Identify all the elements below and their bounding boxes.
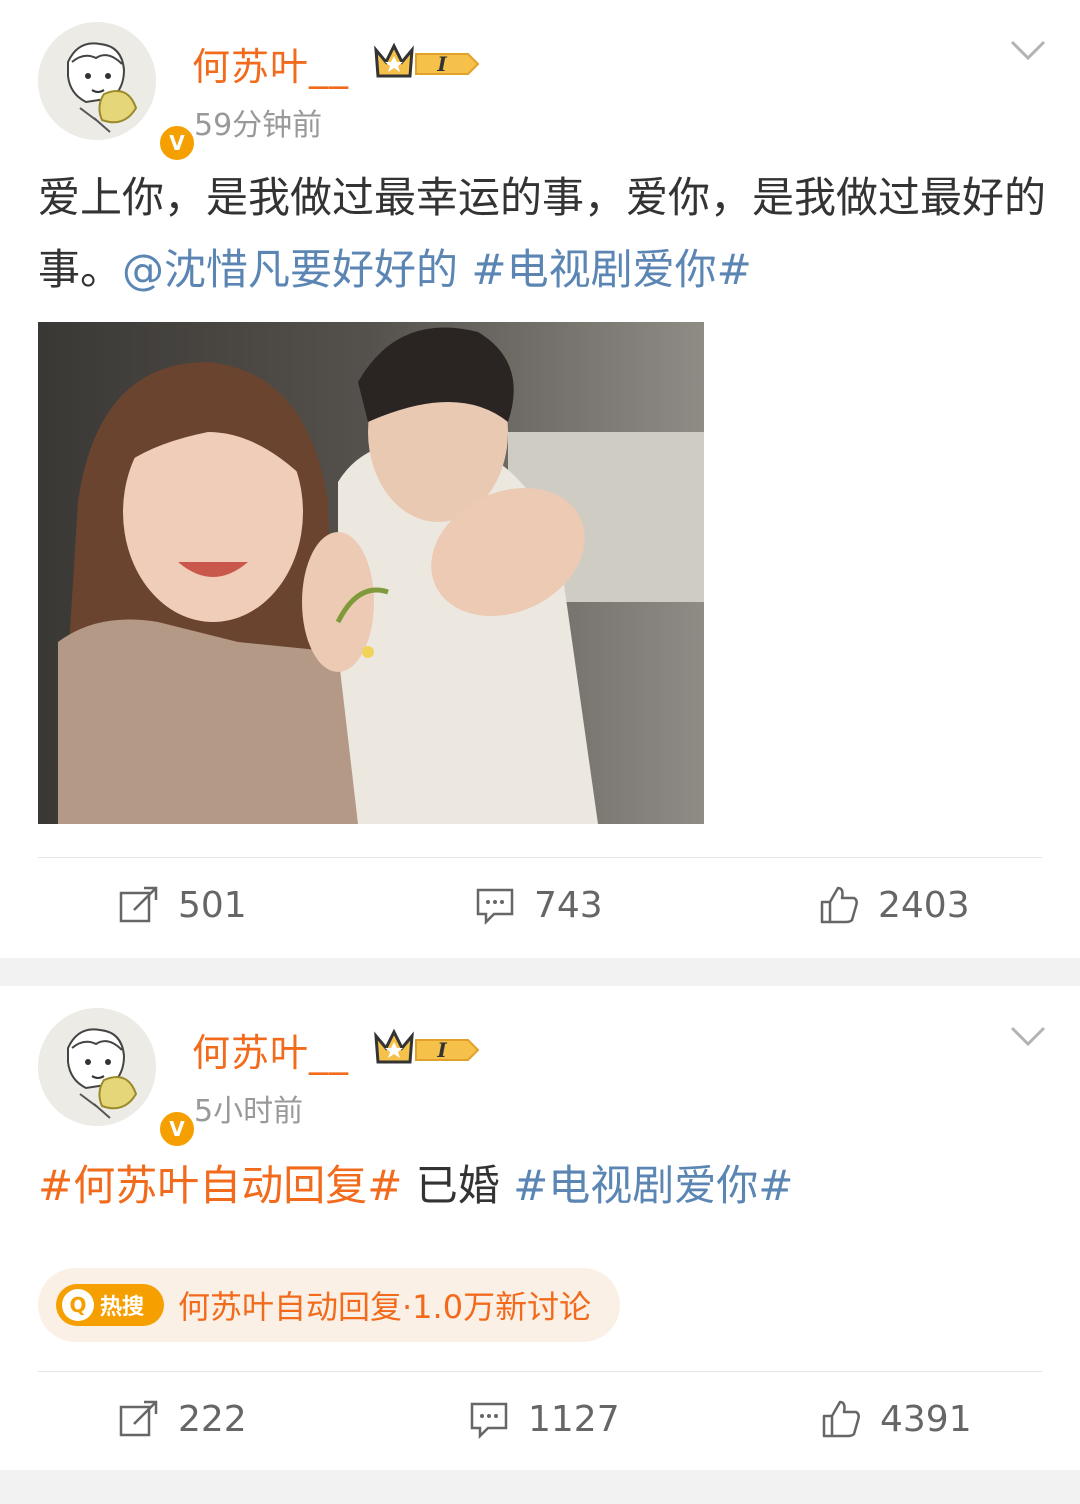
post-text: 爱上你，是我做过最幸运的事，爱你，是我做过最好的事。@沈惜凡要好好的 #电视剧爱…: [38, 162, 1048, 306]
avatar[interactable]: V: [38, 1008, 198, 1150]
repost-icon: [119, 886, 158, 923]
repost-button[interactable]: 501: [118, 884, 247, 926]
comment-icon: [470, 1402, 508, 1440]
svg-text:I: I: [436, 1038, 447, 1062]
comment-button[interactable]: 1127: [468, 1398, 620, 1440]
hot-search-icon: Q 热搜: [56, 1284, 164, 1326]
topic-link-auto-reply[interactable]: #何苏叶自动回复#: [38, 1161, 402, 1210]
member-crown-icon[interactable]: I: [372, 1026, 482, 1070]
chevron-down-icon[interactable]: [1008, 38, 1048, 62]
like-count: 4391: [880, 1398, 972, 1440]
post-separator: [0, 958, 1080, 986]
thumbs-up-icon: [820, 886, 858, 924]
avatar-illustration: [38, 22, 156, 140]
post-photo[interactable]: [38, 322, 704, 824]
svg-text:I: I: [436, 52, 447, 76]
repost-button[interactable]: 222: [118, 1398, 247, 1440]
member-crown-icon[interactable]: I: [372, 40, 482, 84]
comment-button[interactable]: 743: [474, 884, 603, 926]
topic-link[interactable]: #电视剧爱你#: [471, 245, 751, 294]
post-text: #何苏叶自动回复# 已婚 #电视剧爱你#: [38, 1150, 1048, 1222]
verified-badge: V: [156, 1108, 198, 1150]
username[interactable]: 何苏叶__: [192, 36, 349, 91]
weibo-post-1: V 何苏叶__ I 59分钟前 爱上你，是我做过最幸运的事，爱你，是我做过最好的…: [0, 0, 1080, 958]
divider: [38, 857, 1042, 858]
chevron-down-icon[interactable]: [1008, 1024, 1048, 1048]
post-time: 5小时前: [194, 1094, 304, 1129]
like-button[interactable]: 4391: [820, 1398, 972, 1440]
mention-link[interactable]: @沈惜凡要好好的: [122, 245, 458, 294]
hot-search-tag[interactable]: Q 热搜 何苏叶自动回复·1.0万新讨论: [38, 1268, 620, 1342]
post-separator: [0, 1470, 1080, 1504]
post-time: 59分钟前: [194, 108, 323, 143]
thumbs-up-icon: [822, 1400, 860, 1438]
comment-icon: [476, 888, 514, 926]
repost-icon: [119, 1400, 158, 1437]
topic-link[interactable]: #电视剧爱你#: [513, 1161, 793, 1210]
verified-badge: V: [156, 122, 198, 164]
hot-search-label: 何苏叶自动回复·1.0万新讨论: [178, 1288, 592, 1326]
repost-count: 222: [178, 1398, 247, 1440]
weibo-post-2: V 何苏叶__ I 5小时前 #何苏叶自动回复# 已婚 #电视剧爱你# Q 热搜…: [0, 986, 1080, 1470]
like-button[interactable]: 2403: [818, 884, 970, 926]
avatar[interactable]: V: [38, 22, 198, 164]
divider: [38, 1371, 1042, 1372]
like-count: 2403: [878, 884, 970, 926]
repost-count: 501: [178, 884, 247, 926]
comment-count: 1127: [528, 1398, 620, 1440]
post-body: 已婚: [402, 1161, 514, 1210]
avatar-illustration: [38, 1008, 156, 1126]
username[interactable]: 何苏叶__: [192, 1022, 349, 1077]
comment-count: 743: [534, 884, 603, 926]
